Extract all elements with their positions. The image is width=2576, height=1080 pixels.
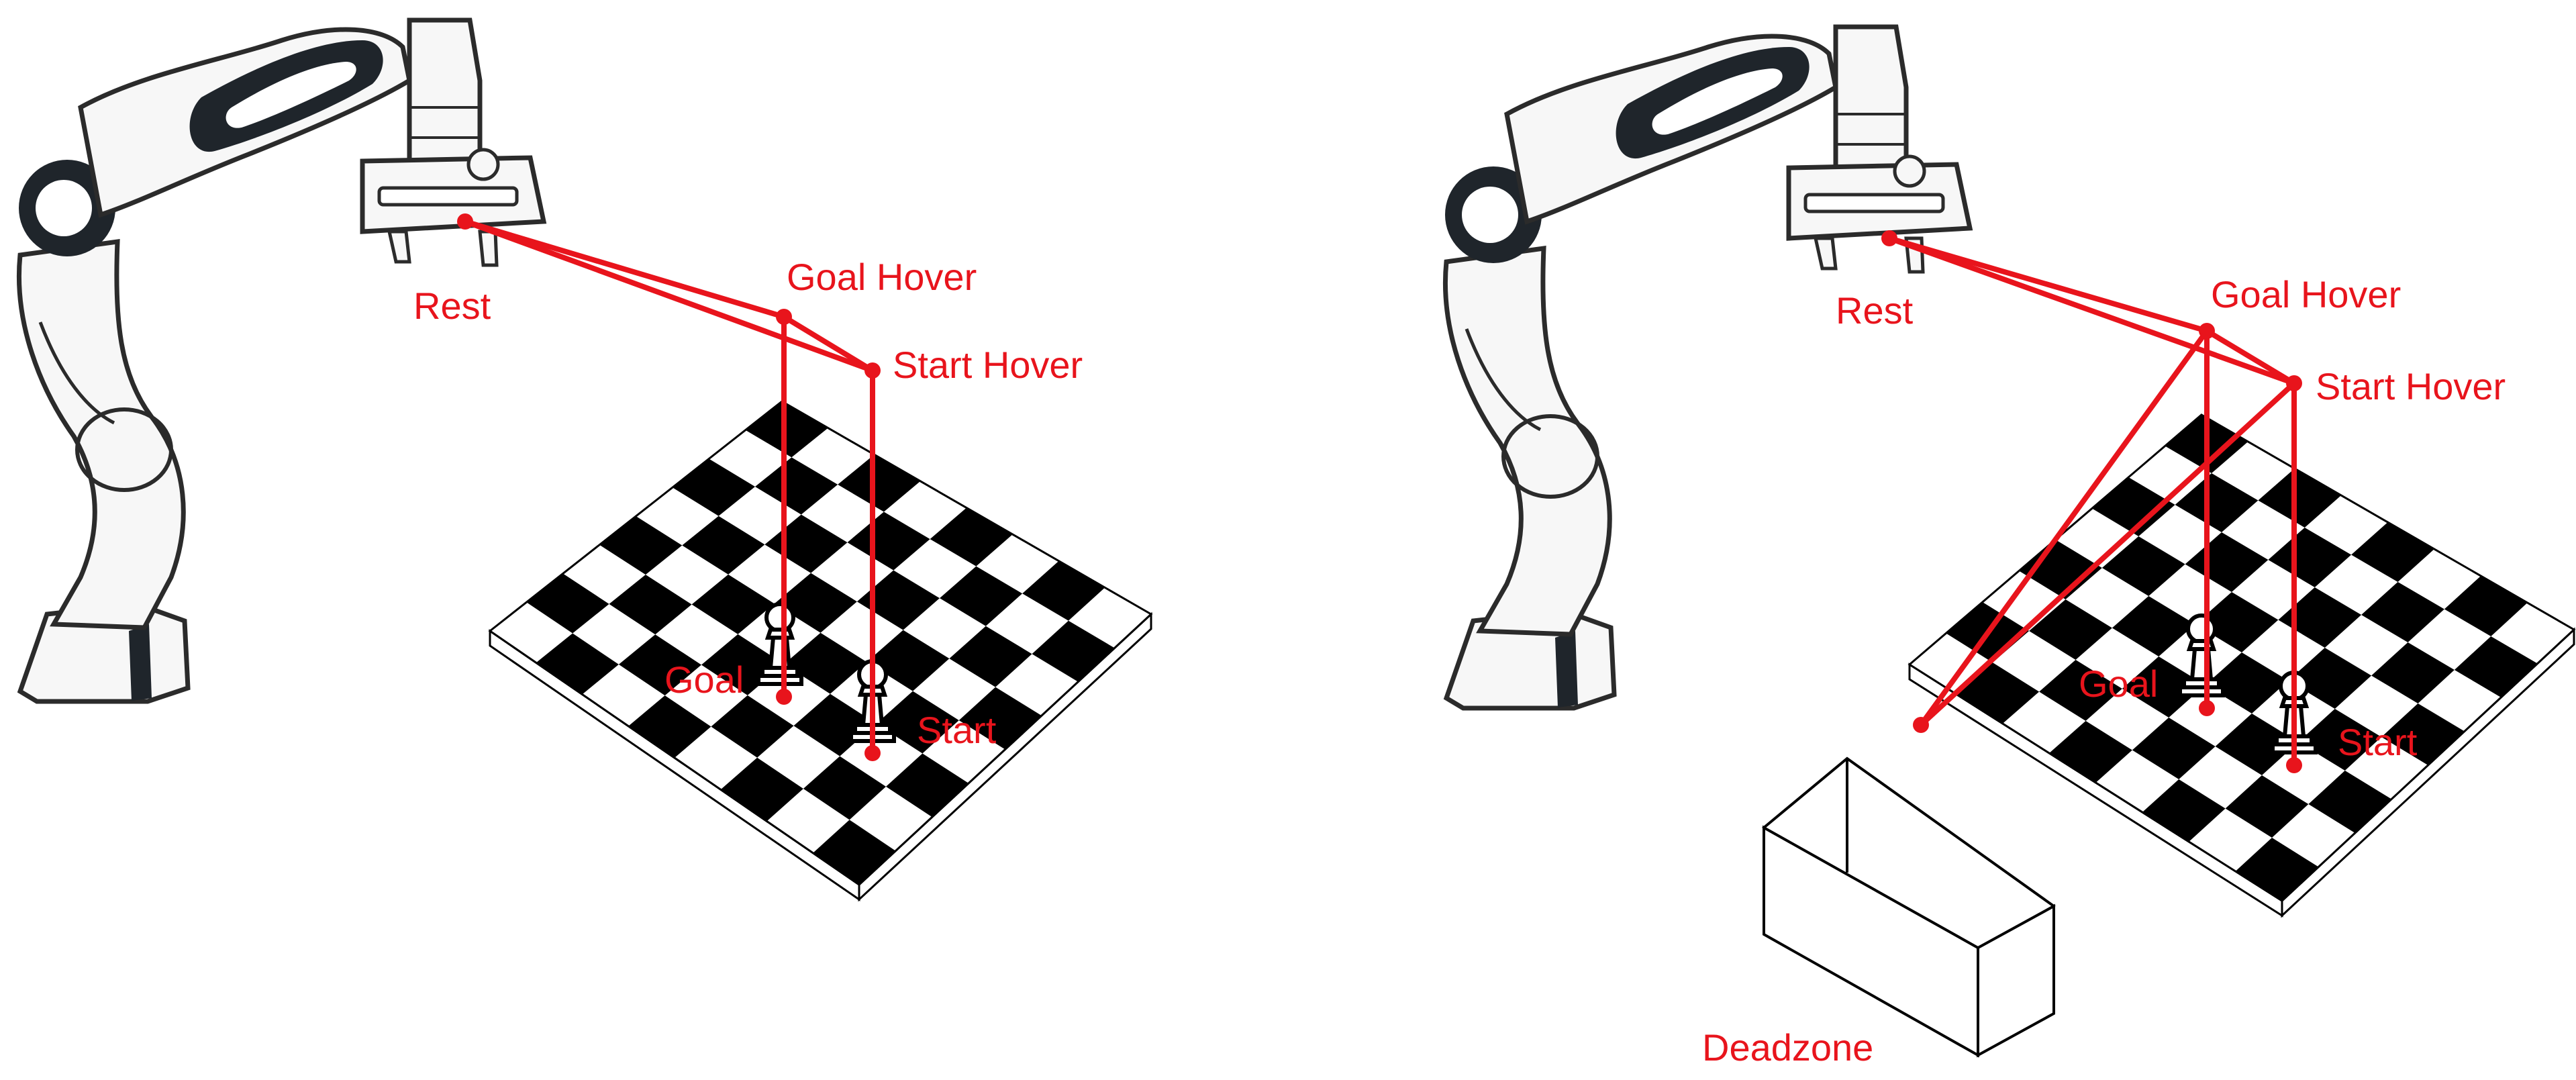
chessboard-icon <box>488 400 1153 902</box>
right-panel: Rest Goal Hover Start Hover Goal Start D… <box>1445 27 2576 1069</box>
goal-label: Goal <box>2079 662 2158 705</box>
deadzone-bin-icon <box>1762 756 2056 1058</box>
trajectory-diagram: Rest Goal Hover Start Hover Goal Start R… <box>0 0 2576 1077</box>
goal-label: Goal <box>664 658 744 701</box>
goal-point <box>776 689 792 705</box>
deadzone-drop-point <box>1913 717 1929 733</box>
start-label: Start <box>917 709 997 751</box>
left-panel: Rest Goal Hover Start Hover Goal Start <box>19 20 1153 902</box>
deadzone-label: Deadzone <box>1702 1026 1873 1069</box>
start-label: Start <box>2338 721 2418 763</box>
goal-hover-label: Goal Hover <box>2211 273 2401 315</box>
start-hover-label: Start Hover <box>893 344 1083 386</box>
rest-point <box>457 213 473 230</box>
goal-hover-point <box>2199 323 2215 339</box>
start-hover-point <box>2286 375 2302 391</box>
diagram-canvas: Rest Goal Hover Start Hover Goal Start R… <box>0 0 2576 1069</box>
goal-hover-label: Goal Hover <box>787 256 977 298</box>
robot-arm-icon <box>19 20 544 701</box>
start-point <box>2286 757 2302 773</box>
goal-hover-point <box>776 309 792 325</box>
goal-point <box>2199 700 2215 716</box>
rest-label: Rest <box>413 285 491 327</box>
rest-point <box>1881 230 1897 246</box>
rest-label: Rest <box>1836 289 1914 332</box>
robot-arm-icon <box>1445 27 1970 708</box>
start-hover-point <box>864 362 881 379</box>
chessboard-icon <box>1908 413 2576 918</box>
start-point <box>864 745 881 761</box>
start-hover-label: Start Hover <box>2316 365 2506 407</box>
